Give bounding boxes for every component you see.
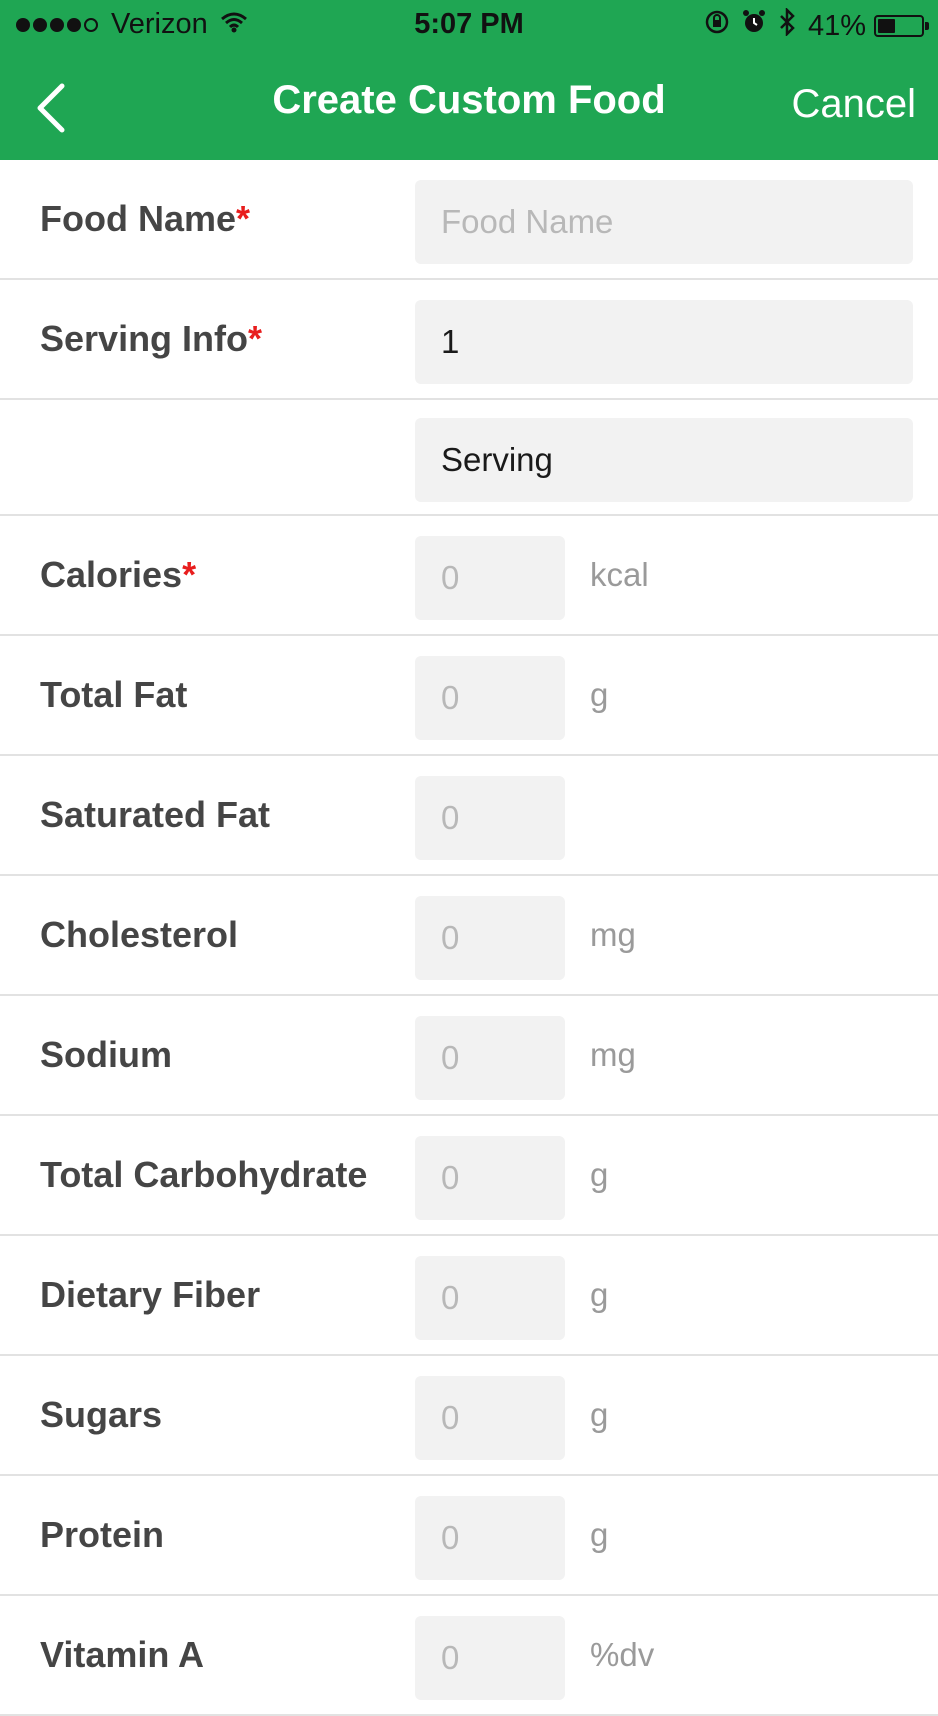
battery-fill (878, 19, 895, 33)
cholesterol-input[interactable]: 0 (415, 896, 565, 980)
serving-info-row: Serving Info * 1 (0, 280, 938, 400)
nav-bar: Create Custom Food Cancel (0, 52, 938, 160)
sugars-input[interactable]: 0 (415, 1376, 565, 1460)
sugars-label: Sugars (40, 1394, 163, 1435)
vitamin-a-unit: %dv (590, 1636, 655, 1673)
saturated-fat-input[interactable]: 0 (415, 776, 565, 860)
protein-input[interactable]: 0 (415, 1496, 565, 1580)
serving-amount-value: 1 (441, 323, 460, 360)
dietary-fiber-unit: g (590, 1276, 609, 1313)
calories-unit: kcal (590, 556, 649, 593)
food-name-placeholder: Food Name (441, 203, 614, 240)
total-fat-label: Total Fat (40, 674, 188, 715)
required-mark: * (182, 554, 197, 595)
sodium-label: Sodium (40, 1034, 172, 1075)
sodium-input[interactable]: 0 (415, 1016, 565, 1100)
total-fat-row: Total Fat 0 g (0, 636, 938, 756)
cancel-button[interactable]: Cancel (791, 82, 916, 127)
protein-unit: g (590, 1516, 609, 1553)
total-fat-unit: g (590, 676, 609, 713)
dietary-fiber-row: Dietary Fiber 0 g (0, 1236, 938, 1356)
vitamin-a-row: Vitamin A 0 %dv (0, 1596, 938, 1716)
total-fat-input[interactable]: 0 (415, 656, 565, 740)
calories-input[interactable]: 0 (415, 536, 565, 620)
saturated-fat-row: Saturated Fat 0 (0, 756, 938, 876)
cholesterol-unit: mg (590, 916, 636, 953)
total-carbohydrate-row: Total Carbohydrate 0 g (0, 1116, 938, 1236)
food-name-row: Food Name * Food Name (0, 160, 938, 280)
rotation-lock-icon (704, 9, 730, 43)
sugars-row: Sugars 0 g (0, 1356, 938, 1476)
food-name-input[interactable]: Food Name (415, 180, 913, 264)
total-carbohydrate-label: Total Carbohydrate (40, 1154, 368, 1195)
calories-row: Calories * 0 kcal (0, 516, 938, 636)
food-name-label: Food Name * (40, 198, 251, 239)
serving-unit-input[interactable]: Serving (415, 418, 913, 502)
dietary-fiber-input[interactable]: 0 (415, 1256, 565, 1340)
battery-percent: 41% (807, 9, 866, 42)
serving-unit-value: Serving (441, 441, 553, 478)
sodium-unit: mg (590, 1036, 636, 1073)
protein-row: Protein 0 g (0, 1476, 938, 1596)
required-mark: * (236, 198, 251, 239)
alarm-icon (742, 9, 766, 43)
serving-unit-row: Serving (0, 400, 938, 516)
vitamin-a-label: Vitamin A (40, 1634, 205, 1675)
status-right: 41% (692, 6, 929, 44)
battery-icon (874, 15, 929, 37)
serving-amount-input[interactable]: 1 (415, 300, 913, 384)
bluetooth-icon (778, 6, 796, 44)
sugars-unit: g (590, 1396, 609, 1433)
total-carbohydrate-unit: g (590, 1156, 609, 1193)
dietary-fiber-label: Dietary Fiber (40, 1274, 261, 1315)
sodium-row: Sodium 0 mg (0, 996, 938, 1116)
protein-label: Protein (40, 1514, 165, 1555)
calories-label: Calories * (40, 554, 197, 595)
saturated-fat-label: Saturated Fat (40, 794, 271, 835)
custom-food-form: Food Name * Food Name Serving Info * 1 Ser… (0, 160, 938, 1716)
serving-info-label: Serving Info * (40, 318, 263, 359)
total-carbohydrate-input[interactable]: 0 (415, 1136, 565, 1220)
status-bar: Verizon 5:07 PM 41% (0, 0, 938, 52)
required-mark: * (248, 318, 263, 359)
cholesterol-row: Cholesterol 0 mg (0, 876, 938, 996)
cholesterol-label: Cholesterol (40, 914, 239, 955)
vitamin-a-input[interactable]: 0 (415, 1616, 565, 1700)
